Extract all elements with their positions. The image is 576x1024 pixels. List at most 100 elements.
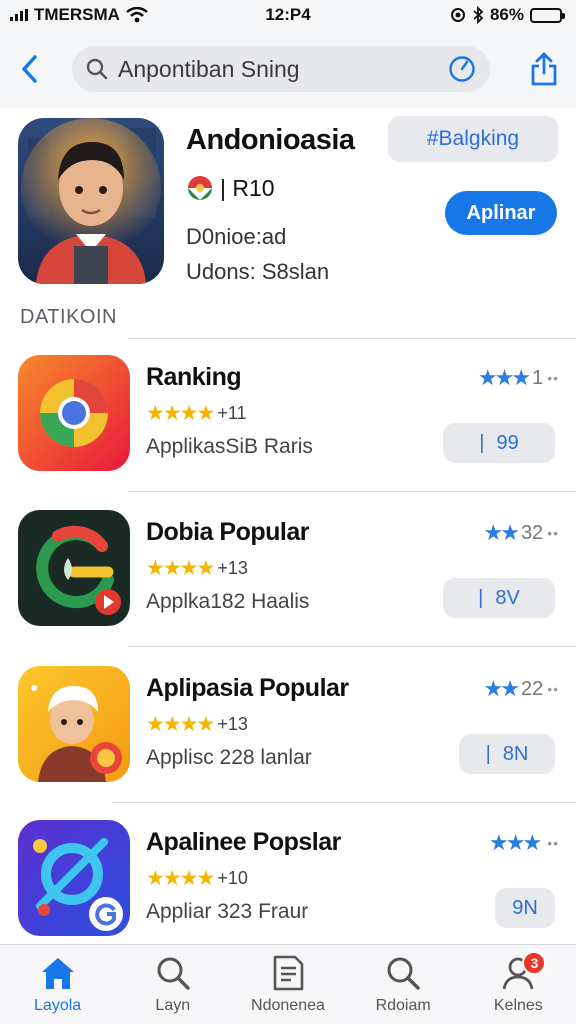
list-item[interactable]: Apalinee Popslar ★★★★ +10 Appliar 323 Fra… bbox=[18, 820, 563, 940]
carrier-name: TMERSMA bbox=[34, 5, 120, 24]
search-icon bbox=[157, 957, 190, 990]
home-icon bbox=[41, 958, 74, 989]
list-item[interactable]: Ranking ★★★★ +11 ApplikasSiB Raris ★★★ 1 ••… bbox=[18, 355, 563, 475]
rating-stars: ★★★★ bbox=[146, 557, 215, 580]
app-rating: ★★★★ +13 bbox=[146, 712, 248, 737]
more-icon[interactable]: •• bbox=[547, 370, 559, 386]
tab-label: Ndonenea bbox=[251, 997, 325, 1014]
button-label: 99 bbox=[496, 431, 519, 454]
tab-label: Layn bbox=[155, 997, 191, 1014]
app-action-button[interactable]: | 8N bbox=[459, 734, 555, 774]
rating-stars: ★★★★ bbox=[146, 713, 215, 736]
rating-count: +11 bbox=[217, 403, 247, 423]
search-bar[interactable]: Anpontiban Sning bbox=[72, 46, 490, 92]
rating-count: +13 bbox=[217, 714, 248, 734]
character-app-icon[interactable] bbox=[18, 666, 130, 782]
app-rating: ★★★★ +13 bbox=[146, 556, 248, 581]
list-item[interactable]: Aplipasia Popular ★★★★ +13 Applisc 228 la… bbox=[18, 666, 563, 786]
tab-bar: Layola Layn Ndonenea Rdoiam 3 Kelnes bbox=[0, 944, 576, 1024]
featured-app-icon[interactable] bbox=[18, 118, 164, 284]
list-item[interactable]: Dobia Popular ★★★★ +13 Applka182 Haalis ★… bbox=[18, 510, 563, 630]
featured-app[interactable]: Andonioasia | R10 D0nioe:ad Udons: S8sla… bbox=[18, 116, 563, 291]
timer-icon[interactable] bbox=[448, 55, 476, 83]
app-description: Applka182 Haalis bbox=[146, 590, 310, 613]
location-icon bbox=[450, 8, 465, 22]
section-heading: DATIKOIN bbox=[20, 306, 117, 328]
app-title: Dobia Popular bbox=[146, 518, 309, 546]
status-left: TMERSMA bbox=[10, 5, 148, 25]
app-rank: ★★ 32 •• bbox=[483, 520, 559, 546]
status-right: 86% bbox=[450, 5, 565, 25]
button-label: 8N bbox=[502, 742, 529, 765]
featured-app-rating: | R10 bbox=[186, 174, 275, 202]
app-description: Appliar 323 Fraur bbox=[146, 900, 309, 923]
button-label: 9N bbox=[512, 896, 538, 919]
share-button[interactable] bbox=[526, 49, 562, 89]
top-nav: Anpontiban Sning bbox=[0, 30, 576, 108]
tab-documents[interactable]: Ndonenea bbox=[238, 955, 338, 1015]
divider bbox=[112, 802, 576, 803]
tab-label: Rdoiam bbox=[375, 997, 431, 1014]
battery-percent: 86% bbox=[489, 5, 524, 24]
app-title: Aplipasia Popular bbox=[146, 674, 349, 702]
orbit-app-icon[interactable] bbox=[18, 820, 130, 936]
featured-app-developer: Udons: S8slan bbox=[186, 259, 330, 284]
more-icon[interactable]: •• bbox=[547, 681, 559, 697]
more-icon[interactable]: •• bbox=[547, 835, 559, 851]
app-rank: ★★★ •• bbox=[489, 830, 559, 856]
flag-icon bbox=[188, 176, 212, 200]
document-icon bbox=[273, 955, 304, 991]
button-separator: | bbox=[485, 742, 491, 765]
g-app-icon[interactable] bbox=[18, 510, 130, 626]
app-title: Ranking bbox=[146, 363, 242, 391]
divider bbox=[128, 491, 576, 492]
more-icon[interactable]: •• bbox=[547, 525, 559, 541]
rank-value: 32 bbox=[520, 521, 544, 544]
app-action-button[interactable]: | 99 bbox=[443, 423, 555, 463]
chevron-left-icon bbox=[22, 55, 37, 83]
rank-value: 22 bbox=[520, 677, 544, 700]
share-icon bbox=[531, 52, 557, 86]
app-title: Apalinee Popslar bbox=[146, 828, 341, 856]
divider bbox=[128, 338, 576, 339]
tab-profile[interactable]: 3 Kelnes bbox=[468, 951, 568, 1015]
button-separator: | bbox=[479, 431, 485, 454]
tab-label: Kelnes bbox=[493, 997, 543, 1014]
button-label: 8V bbox=[495, 586, 520, 609]
notification-badge: 3 bbox=[522, 951, 547, 975]
app-action-button[interactable]: 9N bbox=[495, 888, 555, 928]
app-rating: ★★★★ +10 bbox=[146, 866, 248, 891]
featured-app-title: Andonioasia bbox=[186, 124, 355, 156]
app-description: ApplikasSiB Raris bbox=[146, 435, 313, 458]
bluetooth-icon bbox=[473, 6, 484, 24]
rating-count: +13 bbox=[217, 558, 248, 578]
rank-stars: ★★★ bbox=[477, 365, 531, 390]
featured-app-subtitle: D0nioe:ad bbox=[186, 224, 287, 249]
get-button[interactable]: Aplinar bbox=[445, 191, 557, 235]
search-icon bbox=[387, 957, 420, 990]
chrome-app-icon[interactable] bbox=[18, 355, 130, 471]
rating-stars: ★★★★ bbox=[146, 867, 215, 890]
tab-explore[interactable]: Rdoiam bbox=[353, 955, 453, 1015]
button-separator: | bbox=[478, 586, 484, 609]
rank-stars: ★★ bbox=[483, 676, 519, 701]
signal-icon bbox=[10, 9, 28, 21]
featured-app-rating-text: | R10 bbox=[220, 174, 275, 201]
app-description: Applisc 228 lanlar bbox=[146, 746, 312, 769]
tab-home[interactable]: Layola bbox=[8, 955, 108, 1015]
category-tag-button[interactable]: #Balgking bbox=[388, 116, 558, 162]
divider bbox=[128, 646, 576, 647]
rank-stars: ★★ bbox=[483, 520, 519, 545]
rank-stars: ★★★ bbox=[489, 830, 542, 855]
tab-label: Layola bbox=[34, 997, 82, 1014]
search-icon bbox=[86, 58, 108, 80]
app-action-button[interactable]: | 8V bbox=[443, 578, 555, 618]
rating-stars: ★★★★ bbox=[146, 402, 215, 425]
wifi-icon bbox=[126, 7, 148, 23]
back-button[interactable] bbox=[14, 49, 44, 89]
app-rank: ★★★ 1 •• bbox=[478, 365, 559, 391]
rank-value: 1 bbox=[532, 366, 544, 389]
search-input[interactable]: Anpontiban Sning bbox=[118, 56, 448, 83]
rating-count: +10 bbox=[217, 868, 248, 888]
tab-search[interactable]: Layn bbox=[123, 955, 223, 1015]
